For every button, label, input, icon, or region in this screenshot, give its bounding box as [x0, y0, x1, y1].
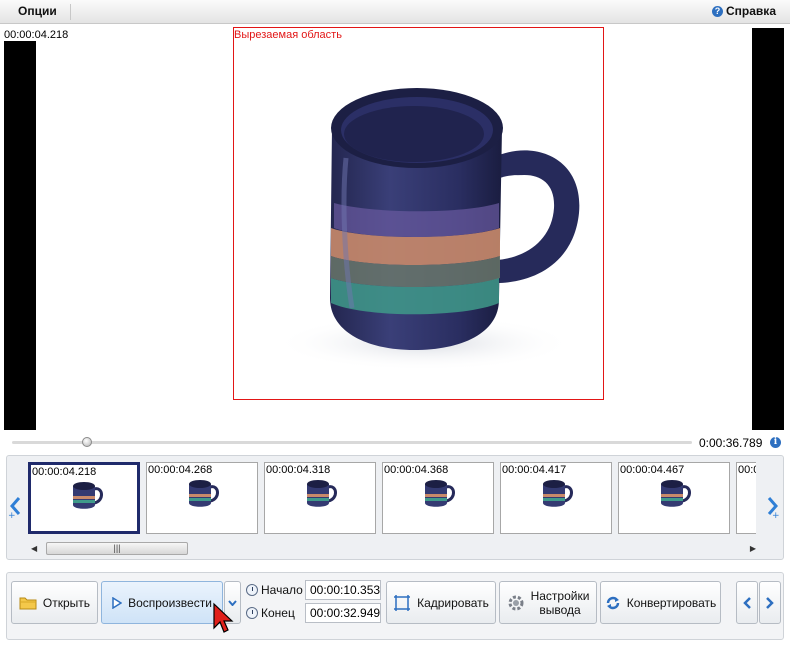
start-time-row: Начало [246, 583, 303, 597]
convert-icon [606, 596, 619, 609]
end-time-field[interactable]: 00:00:32.949 [305, 603, 381, 623]
duration-label: 0:00:36.789 [699, 436, 763, 450]
help-menu[interactable]: ? Справка [712, 4, 776, 18]
thumbnail-time: 00:00:04.368 [384, 464, 449, 476]
letterbox-right [752, 28, 784, 430]
scroll-left-icon[interactable]: ◀ [31, 544, 37, 553]
seek-track[interactable] [12, 441, 692, 444]
thumbnail-0[interactable]: 00:00:04.218 [28, 462, 140, 534]
thumbnail-3[interactable]: 00:00:04.368 [382, 462, 494, 534]
mug-thumbnail [73, 482, 103, 509]
crop-label: Кадрировать [417, 595, 489, 610]
thumbnail-4[interactable]: 00:00:04.417 [500, 462, 612, 534]
thumbnail-6[interactable]: 00:00:04.517 [736, 462, 756, 534]
mug-thumbnail [543, 480, 573, 507]
output-settings-button[interactable]: Настройки вывода [499, 581, 597, 624]
mug-thumbnail [189, 480, 219, 507]
mouse-cursor-icon [213, 602, 234, 633]
current-time: 00:00:04.218 [4, 29, 69, 41]
convert-button[interactable]: Конвертировать [600, 581, 721, 624]
help-label: Справка [726, 4, 776, 18]
output-settings-label-line2: вывода [539, 602, 581, 617]
scrollbar-thumb[interactable]: ||| [46, 542, 188, 555]
crop-area-frame[interactable] [233, 27, 604, 400]
toolbar-scroll-right-button[interactable] [759, 581, 781, 624]
crop-button[interactable]: Кадрировать [386, 581, 496, 624]
thumbnail-2[interactable]: 00:00:04.318 [264, 462, 376, 534]
next-frames-arrow-icon[interactable]: + [766, 495, 780, 519]
toolbar-scroll-left-button[interactable] [736, 581, 758, 624]
scroll-right-icon[interactable]: ▶ [750, 544, 756, 553]
menu-bar: Опции ? Справка [0, 0, 790, 24]
convert-label: Конвертировать [626, 595, 717, 610]
mug-thumbnail [661, 480, 691, 507]
thumbnail-time: 00:00:04.467 [620, 464, 685, 476]
start-time-field[interactable]: 00:00:10.353 [305, 580, 381, 600]
thumbnail-time: 00:00:04.517 [738, 464, 756, 476]
menu-divider [70, 4, 71, 20]
chevron-right-icon [766, 596, 774, 609]
options-menu[interactable]: Опции [18, 4, 57, 18]
clock-icon [246, 584, 258, 596]
thumbnail-scrollbar[interactable]: ◀ ||| ▶ [28, 540, 758, 556]
svg-text:+: + [772, 511, 780, 519]
chevron-left-icon [743, 596, 751, 609]
end-label: Конец [261, 606, 295, 620]
play-button[interactable]: Воспроизвести [101, 581, 223, 624]
letterbox-left [4, 41, 36, 430]
output-settings-label-line1: Настройки [530, 588, 590, 603]
start-label: Начало [261, 583, 303, 597]
play-icon [112, 596, 123, 609]
thumbnail-time: 00:00:04.417 [502, 464, 567, 476]
seek-handle[interactable] [82, 437, 92, 447]
thumbnail-strip: 00:00:04.218 00:00:04.268 00:00:04.318 0… [26, 462, 756, 534]
thumbnail-time: 00:00:04.268 [148, 464, 213, 476]
info-icon[interactable]: i [770, 437, 781, 448]
output-settings-label: Настройки вывода [531, 589, 590, 617]
crop-icon [394, 594, 411, 611]
prev-frames-arrow-icon[interactable]: + [8, 495, 22, 519]
clock-icon [246, 607, 258, 619]
question-circle-icon: ? [712, 5, 724, 17]
folder-icon [19, 597, 37, 609]
thumbnail-1[interactable]: 00:00:04.268 [146, 462, 258, 534]
end-time-row: Конец [246, 606, 295, 620]
mug-thumbnail [307, 480, 337, 507]
open-button[interactable]: Открыть [11, 581, 98, 624]
open-label: Открыть [42, 595, 91, 610]
crop-area-label: Вырезаемая область [234, 29, 342, 41]
mug-thumbnail [425, 480, 455, 507]
video-preview: 00:00:04.218 Вырезаемая область [0, 24, 790, 434]
svg-text:+: + [8, 511, 16, 519]
play-label: Воспроизвести [128, 595, 212, 610]
thumbnail-time: 00:00:04.318 [266, 464, 331, 476]
gear-icon [508, 595, 524, 610]
thumbnail-time: 00:00:04.218 [32, 466, 97, 478]
thumbnail-5[interactable]: 00:00:04.467 [618, 462, 730, 534]
